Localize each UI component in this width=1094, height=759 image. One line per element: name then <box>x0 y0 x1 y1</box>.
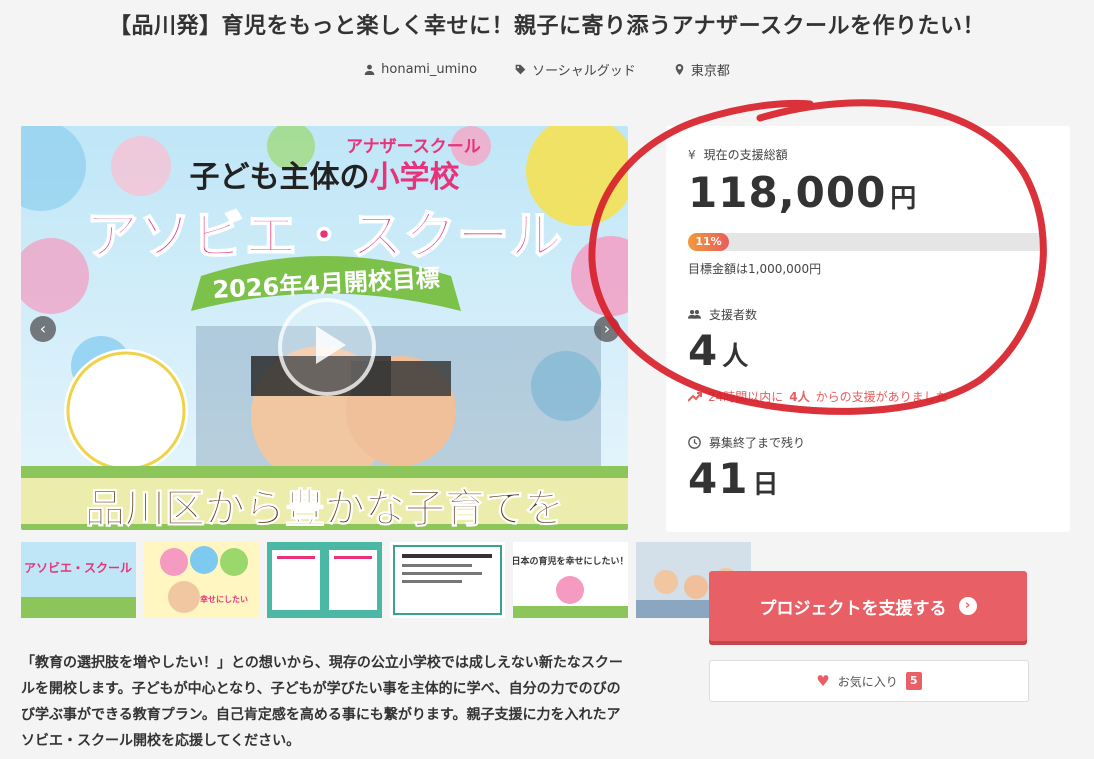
hero-line1-pink: 小学校 <box>369 160 460 195</box>
tag-icon <box>515 64 526 75</box>
favorite-label: お気に入り <box>837 674 898 689</box>
total-label: 現在の支援総額 <box>703 148 788 162</box>
project-description: 「教育の選択肢を増やしたい！」との想いから、現存の公立小学校では成しえない新たな… <box>21 655 623 749</box>
play-video-icon[interactable] <box>278 298 376 396</box>
yen-icon: ¥ <box>688 147 696 162</box>
support-project-button[interactable]: プロジェクトを支援する › <box>709 571 1027 641</box>
total-value: 118,000 <box>688 168 887 217</box>
remaining-unit: 日 <box>752 470 779 500</box>
stats-card: ¥ 現在の支援総額 118,000 円 11% 目標金額は1,000,000円 支… <box>666 126 1070 532</box>
remaining-label-row: 募集終了まで残り <box>688 434 805 451</box>
pin-icon <box>675 64 684 75</box>
supporters-value: 4 <box>688 326 719 375</box>
remaining-days: 41 日 <box>688 454 778 503</box>
total-unit: 円 <box>890 184 917 214</box>
category-name: ソーシャルグッド <box>532 64 636 79</box>
thumbnail-1[interactable]: アソビエ・スクール <box>21 542 136 618</box>
category-link[interactable]: ソーシャルグッド <box>515 60 636 79</box>
group-icon <box>688 310 701 319</box>
progress-bar: 11% <box>688 233 1046 251</box>
hero-image[interactable]: アナザースクール 子ども主体の小学校 アソビエ・スクール 2026年4月開校目標… <box>21 126 628 530</box>
remaining-label: 募集終了まで残り <box>709 436 806 450</box>
next-slide-button[interactable]: › <box>594 316 620 342</box>
support-button-label: プロジェクトを支援する <box>759 598 947 619</box>
thumbnail-2[interactable]: 幸せにしたい <box>144 542 259 618</box>
favorite-count-badge: 5 <box>905 672 922 690</box>
hero-line1-prefix: 子ども主体の <box>189 160 370 195</box>
prev-slide-button[interactable]: ‹ <box>30 316 56 342</box>
thumbnail-3[interactable] <box>267 542 382 618</box>
total-amount: 118,000 円 <box>688 168 916 217</box>
page-title: 【品川発】育児をもっと楽しく幸せに！親子に寄り添うアナザースクールを作りたい！ <box>109 14 985 39</box>
thumbnail-4[interactable] <box>390 542 505 618</box>
location-name: 東京都 <box>690 64 730 79</box>
thumbnail-1-text: アソビエ・スクール <box>24 560 132 575</box>
trend-prefix: 24時間以内に <box>708 390 784 404</box>
trend-count: 4人 <box>789 390 810 404</box>
remaining-value: 41 <box>688 454 749 503</box>
thumbnail-strip: アソビエ・スクール 幸せにしたい 日本の育児を幸せにしたい！ <box>21 542 751 618</box>
supporters-label-row: 支援者数 <box>688 306 757 323</box>
recent-support-note: 24時間以内に 4人 からの支援がありました <box>688 388 948 405</box>
arrow-right-circle-icon: › <box>958 597 977 615</box>
hero-line2: アソビエ・スクール <box>21 194 628 269</box>
hero-line2-text: アソビエ・スクール <box>85 206 563 268</box>
heart-icon: ♥ <box>816 672 830 690</box>
hero-line1: 子ども主体の小学校 <box>21 152 628 196</box>
trend-up-icon <box>688 391 702 402</box>
clock-icon <box>688 436 701 449</box>
author-name: honami_umino <box>381 62 478 77</box>
thumbnail-5-text: 日本の育児を幸せにしたい！ <box>513 555 628 567</box>
trend-suffix: からの支援がありました <box>815 390 948 404</box>
supporters-count: 4人 <box>688 326 748 375</box>
author-link[interactable]: honami_umino <box>364 60 477 79</box>
favorite-button[interactable]: ♥ お気に入り 5 <box>709 660 1029 702</box>
goal-text: 目標金額は1,000,000円 <box>688 262 822 276</box>
thumbnail-5[interactable]: 日本の育児を幸せにしたい！ <box>513 542 628 618</box>
project-meta: honami_umino ソーシャルグッド 東京都 <box>0 60 1094 79</box>
hero-bottom-text: 品川区から豊かな子育てを <box>84 486 565 531</box>
location-link[interactable]: 東京都 <box>674 60 730 79</box>
supporters-label: 支援者数 <box>709 308 758 322</box>
progress-fill: 11% <box>688 233 729 251</box>
person-icon <box>364 64 375 75</box>
supporters-unit: 人 <box>722 342 749 372</box>
total-label-row: ¥ 現在の支援総額 <box>688 146 788 163</box>
thumbnail-2-text: 幸せにしたい <box>200 594 248 604</box>
